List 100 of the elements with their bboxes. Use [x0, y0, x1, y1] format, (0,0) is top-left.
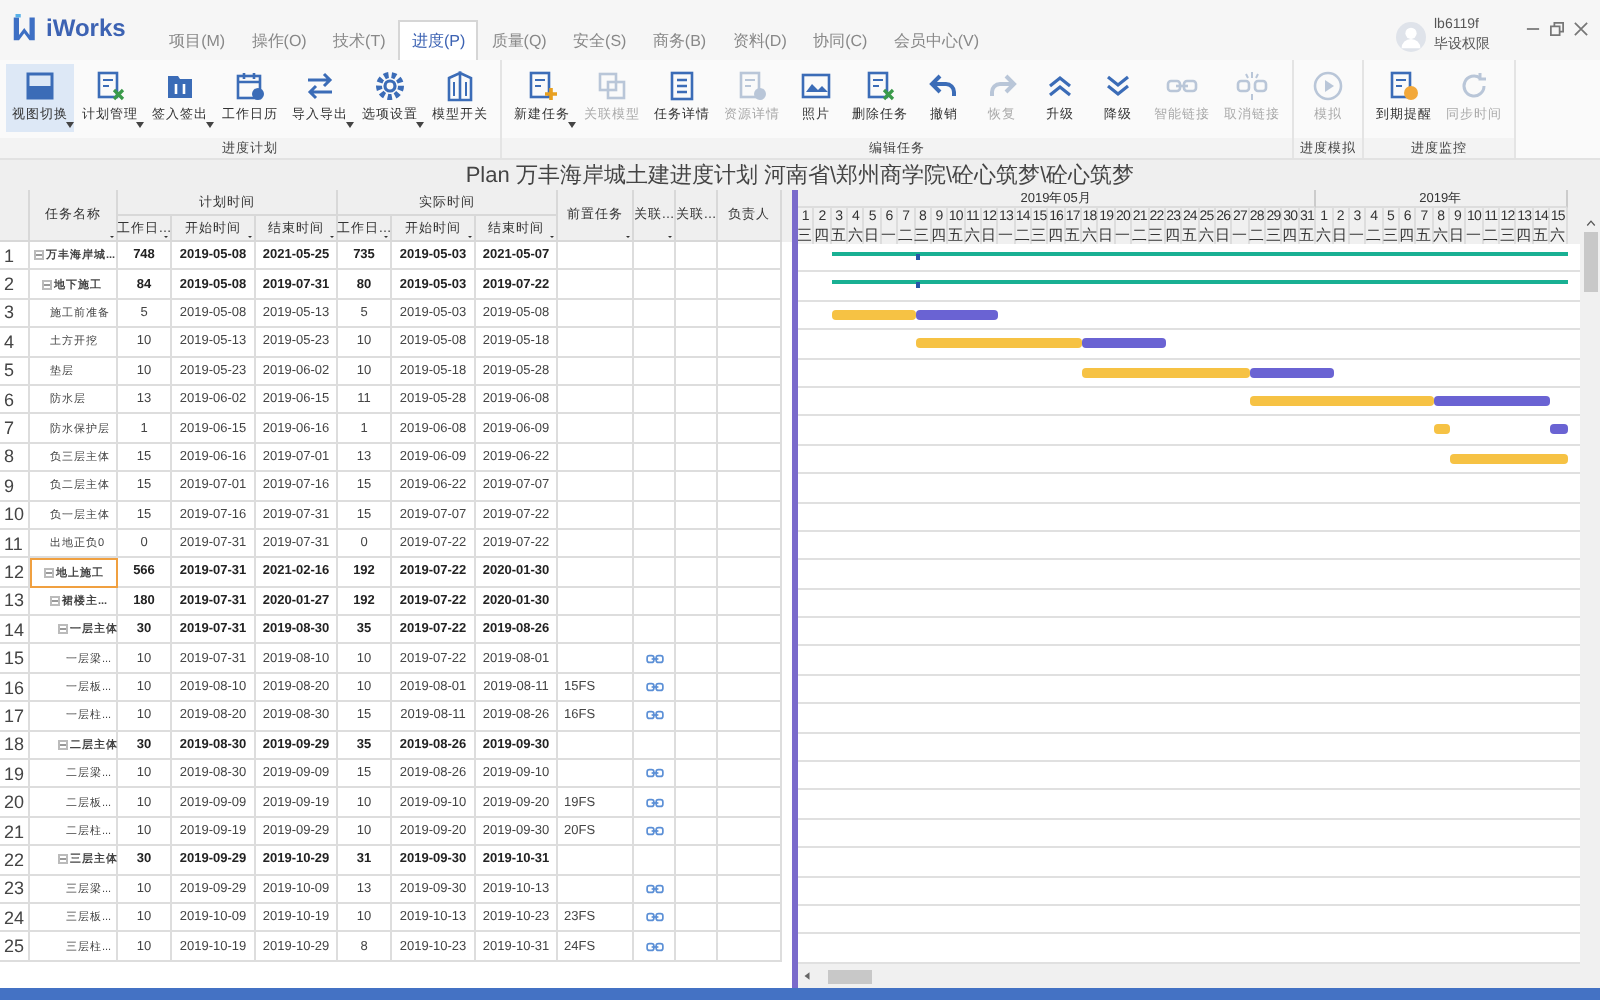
weekday-label: 五	[831, 226, 849, 244]
empty-cell	[718, 932, 782, 962]
weekday-label: 四	[1399, 226, 1417, 244]
row-number: 4	[0, 328, 30, 358]
empty-cell	[718, 242, 782, 271]
minimize-icon[interactable]	[1526, 22, 1540, 36]
row-number: 3	[0, 299, 30, 329]
weekday-label: 六	[965, 226, 982, 244]
play-icon	[1312, 70, 1344, 102]
plan-title: Plan 万丰海岸城土建进度计划 河南省\郑州商学院\砼心筑梦\砼心筑梦	[0, 160, 1600, 190]
link-icon[interactable]	[645, 797, 663, 808]
scroll-left-icon[interactable]	[802, 970, 812, 982]
empty-cell	[676, 328, 718, 358]
empty-cell	[558, 558, 634, 588]
empty-cell	[558, 299, 634, 329]
empty-cell	[558, 443, 634, 473]
row-number: 25	[0, 932, 30, 962]
empty-cell	[718, 501, 782, 530]
delay-bar[interactable]	[1433, 395, 1551, 406]
actual-bar[interactable]	[1433, 424, 1451, 435]
weekday-label: 五	[1416, 226, 1434, 244]
empty-cell	[558, 616, 634, 645]
scrollbar-thumb[interactable]	[828, 969, 872, 983]
row-number: 8	[0, 443, 30, 473]
row-number: 19	[0, 760, 30, 789]
weekday-label: 五	[1065, 226, 1083, 244]
empty-cell	[718, 731, 782, 761]
empty-cell	[676, 270, 718, 300]
weekday-label: 三	[1032, 226, 1049, 244]
collapse-icon[interactable]	[34, 250, 44, 261]
row-number: 14	[0, 616, 30, 645]
empty-cell	[558, 385, 634, 415]
row-number: 12	[0, 558, 30, 588]
milestone-marker	[915, 282, 920, 289]
weekday-label: 六	[1433, 226, 1451, 244]
delay-bar[interactable]	[915, 309, 999, 320]
close-icon[interactable]	[1574, 22, 1588, 36]
link-icon[interactable]	[645, 912, 663, 923]
weekday-label: 五	[1299, 226, 1317, 244]
weekday-label: 日	[981, 226, 999, 244]
chevrons-up-icon	[1044, 70, 1076, 102]
document-cross-icon	[864, 70, 896, 102]
empty-cell	[718, 357, 782, 386]
weekday-label: 三	[1500, 226, 1517, 244]
collapse-icon[interactable]	[58, 739, 68, 750]
collapse-icon[interactable]	[42, 279, 52, 290]
logo-icon	[12, 12, 40, 44]
scroll-up-icon[interactable]	[1583, 218, 1597, 228]
collapse-icon[interactable]	[50, 595, 60, 606]
empty-cell	[676, 558, 718, 588]
restore-icon[interactable]	[1550, 22, 1564, 36]
empty-cell	[718, 644, 782, 674]
horizontal-scrollbar[interactable]	[798, 964, 1580, 988]
empty-cell	[676, 472, 718, 502]
vertical-scrollbar[interactable]	[1580, 190, 1600, 988]
link-icon[interactable]	[645, 826, 663, 836]
empty-cell	[718, 903, 782, 933]
alarm-document-icon	[1388, 70, 1420, 102]
link-icon[interactable]	[645, 710, 663, 721]
delay-bar[interactable]	[1249, 367, 1334, 378]
menu-tab[interactable]: 进度(P)	[398, 20, 479, 60]
row-number: 9	[0, 472, 30, 502]
empty-cell	[676, 529, 718, 559]
delay-bar[interactable]	[1550, 424, 1568, 435]
empty-cell	[718, 472, 782, 502]
link-icon[interactable]	[645, 883, 663, 894]
redo-icon	[986, 70, 1018, 102]
collapse-icon[interactable]	[58, 854, 68, 865]
summary-bar[interactable]	[831, 280, 1568, 285]
link-icon[interactable]	[645, 768, 663, 779]
empty-cell	[718, 328, 782, 358]
chevrons-down-icon	[1102, 70, 1134, 102]
weekday-label: 六	[1550, 226, 1568, 244]
empty-cell	[676, 846, 718, 876]
weekday-label: 六	[1316, 226, 1333, 244]
building-icon	[444, 70, 476, 102]
weekday-label: 五	[1533, 226, 1551, 244]
row-number: 16	[0, 673, 30, 703]
empty-cell	[558, 472, 634, 502]
collapse-icon[interactable]	[58, 624, 68, 635]
empty-cell	[676, 731, 718, 761]
actual-bar[interactable]	[1450, 453, 1568, 464]
delay-bar[interactable]	[1082, 338, 1166, 349]
weekday-label: 二	[1015, 226, 1033, 244]
empty-cell	[718, 673, 782, 703]
weekday-label: 三	[915, 226, 932, 244]
link-icon[interactable]	[645, 941, 663, 952]
collapse-icon[interactable]	[44, 567, 54, 578]
scrollbar-thumb[interactable]	[1583, 232, 1597, 292]
row-number: 23	[0, 875, 30, 904]
link-icon[interactable]	[645, 653, 663, 664]
row-number: 11	[0, 529, 30, 559]
weekday-label: 四	[931, 226, 949, 244]
weekday-label: 五	[948, 226, 966, 244]
arrows-icon	[304, 70, 336, 102]
link-icon[interactable]	[645, 682, 663, 693]
empty-cell	[718, 875, 782, 904]
weekday-label: 四	[814, 226, 832, 244]
header-corner	[0, 190, 30, 242]
document-cross-icon	[94, 70, 126, 102]
